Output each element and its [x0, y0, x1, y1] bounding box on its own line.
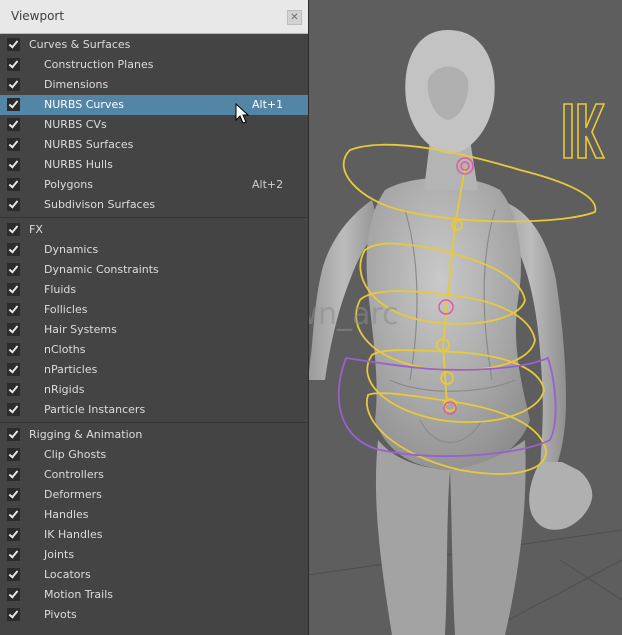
checkmark-icon[interactable] — [7, 468, 20, 481]
menu-item-particle-instancers[interactable]: Particle Instancers — [0, 400, 308, 420]
menu-item-deformers[interactable]: Deformers — [0, 485, 308, 505]
menu-item-label: Follicles — [44, 303, 88, 316]
menu-item-controllers[interactable]: Controllers — [0, 465, 308, 485]
menu-item-nrigids[interactable]: nRigids — [0, 380, 308, 400]
menu-item-locators[interactable]: Locators — [0, 565, 308, 585]
checkmark-icon[interactable] — [7, 403, 20, 416]
checkmark-icon[interactable] — [7, 118, 20, 131]
panel-title: Viewport — [11, 9, 65, 23]
checkmark-icon[interactable] — [7, 428, 20, 441]
menu-item-label: Hair Systems — [44, 323, 117, 336]
menu-item-clip-ghosts[interactable]: Clip Ghosts — [0, 445, 308, 465]
menu-item-pivots[interactable]: Pivots — [0, 605, 308, 625]
menu-item-nurbs-cvs[interactable]: NURBS CVs — [0, 115, 308, 135]
group-row-curves-and-surfaces[interactable]: Curves & Surfaces — [0, 35, 308, 55]
checkmark-icon[interactable] — [7, 548, 20, 561]
group-label: FX — [29, 223, 43, 236]
checkmark-icon[interactable] — [7, 383, 20, 396]
menu-item-label: Locators — [44, 568, 91, 581]
shortcut-label: Alt+1 — [252, 98, 284, 111]
menu-item-joints[interactable]: Joints — [0, 545, 308, 565]
checkmark-icon[interactable] — [7, 223, 20, 236]
checkmark-icon[interactable] — [7, 323, 20, 336]
checkmark-icon[interactable] — [7, 508, 20, 521]
checkmark-icon[interactable] — [7, 608, 20, 621]
menu-item-label: Clip Ghosts — [44, 448, 107, 461]
checkmark-icon[interactable] — [7, 283, 20, 296]
group-label: Rigging & Animation — [29, 428, 143, 441]
menu-item-fluids[interactable]: Fluids — [0, 280, 308, 300]
menu-item-follicles[interactable]: Follicles — [0, 300, 308, 320]
menu-item-nurbs-hulls[interactable]: NURBS Hulls — [0, 155, 308, 175]
menu-item-label: NURBS Surfaces — [44, 138, 134, 151]
menu-item-label: Dimensions — [44, 78, 109, 91]
menu-item-label: Motion Trails — [44, 588, 113, 601]
menu-item-label: IK Handles — [44, 528, 103, 541]
checkmark-icon[interactable] — [7, 528, 20, 541]
menu-item-polygons[interactable]: Polygons Alt+2 — [0, 175, 308, 195]
menu-item-label: Pivots — [44, 608, 77, 621]
checkmark-icon[interactable] — [7, 303, 20, 316]
menu-item-dimensions[interactable]: Dimensions — [0, 75, 308, 95]
checkmark-icon[interactable] — [7, 98, 20, 111]
checkmark-icon[interactable] — [7, 263, 20, 276]
menu-item-subdivison-surfaces[interactable]: Subdivison Surfaces — [0, 195, 308, 215]
checkmark-icon[interactable] — [7, 243, 20, 256]
menu-item-hair-systems[interactable]: Hair Systems — [0, 320, 308, 340]
menu-item-label: Fluids — [44, 283, 77, 296]
ik-switch-label[interactable] — [560, 100, 605, 164]
menu-item-construction-planes[interactable]: Construction Planes — [0, 55, 308, 75]
checkmark-icon[interactable] — [7, 78, 20, 91]
menu-item-ik-handles[interactable]: IK Handles — [0, 525, 308, 545]
checkmark-icon[interactable] — [7, 38, 20, 51]
menu-item-label: NURBS Curves — [44, 98, 124, 111]
menu-item-label: Handles — [44, 508, 89, 521]
menu-item-label: nRigids — [44, 383, 85, 396]
checkmark-icon[interactable] — [7, 588, 20, 601]
viewport-show-panel: Viewport ✕ Curves & Surfaces Construction… — [0, 0, 309, 635]
menu-item-label: Dynamic Constraints — [44, 263, 159, 276]
show-options-list: Curves & Surfaces Construction Planes Dime… — [0, 35, 308, 625]
menu-item-label: Deformers — [44, 488, 102, 501]
menu-item-nurbs-curves[interactable]: NURBS Curves Alt+1 — [0, 95, 308, 115]
checkmark-icon[interactable] — [7, 58, 20, 71]
checkmark-icon[interactable] — [7, 488, 20, 501]
panel-titlebar: Viewport ✕ — [0, 0, 308, 34]
menu-item-handles[interactable]: Handles — [0, 505, 308, 525]
menu-item-motion-trails[interactable]: Motion Trails — [0, 585, 308, 605]
menu-item-label: Subdivison Surfaces — [44, 198, 156, 211]
menu-item-label: Polygons — [44, 178, 93, 191]
menu-item-ncloths[interactable]: nCloths — [0, 340, 308, 360]
close-icon[interactable]: ✕ — [287, 10, 302, 25]
menu-item-label: Controllers — [44, 468, 104, 481]
checkmark-icon[interactable] — [7, 363, 20, 376]
menu-item-label: Construction Planes — [44, 58, 154, 71]
menu-item-label: NURBS Hulls — [44, 158, 113, 171]
menu-item-label: NURBS CVs — [44, 118, 107, 131]
menu-item-nurbs-surfaces[interactable]: NURBS Surfaces — [0, 135, 308, 155]
checkmark-icon[interactable] — [7, 343, 20, 356]
menu-item-label: Joints — [44, 548, 75, 561]
checkmark-icon[interactable] — [7, 138, 20, 151]
checkmark-icon[interactable] — [7, 178, 20, 191]
menu-item-dynamic-constraints[interactable]: Dynamic Constraints — [0, 260, 308, 280]
menu-item-label: nParticles — [44, 363, 98, 376]
mouse-pointer-icon — [235, 103, 250, 124]
menu-item-label: Dynamics — [44, 243, 99, 256]
group-label: Curves & Surfaces — [29, 38, 131, 51]
menu-item-label: Particle Instancers — [44, 403, 146, 416]
checkmark-icon[interactable] — [7, 198, 20, 211]
group-row-fx[interactable]: FX — [0, 220, 308, 240]
checkmark-icon[interactable] — [7, 568, 20, 581]
group-row-rigging-and-animation[interactable]: Rigging & Animation — [0, 425, 308, 445]
checkmark-icon[interactable] — [7, 158, 20, 171]
checkmark-icon[interactable] — [7, 448, 20, 461]
shortcut-label: Alt+2 — [252, 178, 284, 191]
menu-item-dynamics[interactable]: Dynamics — [0, 240, 308, 260]
menu-item-label: nCloths — [44, 343, 86, 356]
menu-item-nparticles[interactable]: nParticles — [0, 360, 308, 380]
